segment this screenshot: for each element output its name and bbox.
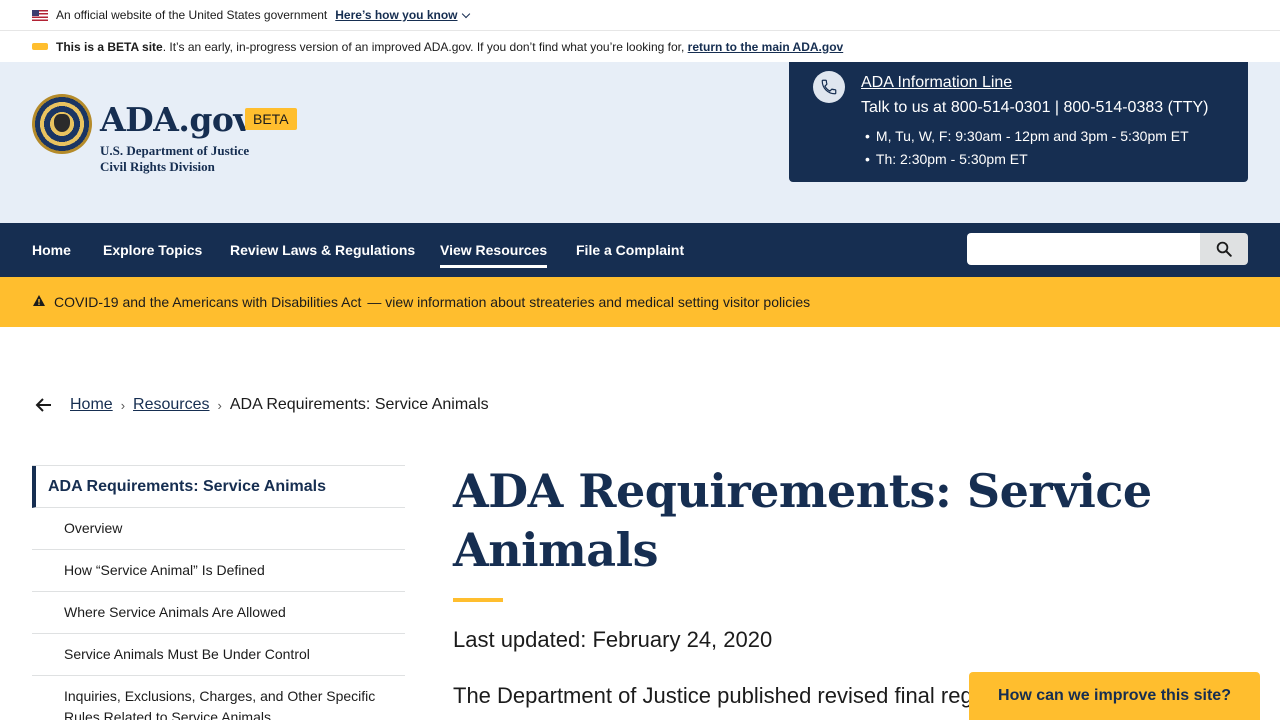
return-to-main-link[interactable]: return to the main ADA.gov bbox=[688, 40, 844, 54]
covid-alert-link[interactable]: COVID-19 and the Americans with Disabili… bbox=[54, 294, 361, 310]
beta-indicator-icon bbox=[32, 43, 48, 50]
info-line-box: ADA Information Line Talk to us at 800-5… bbox=[789, 62, 1248, 182]
sidenav-item-defined[interactable]: How “Service Animal” Is Defined bbox=[32, 550, 405, 592]
beta-banner-text: . It’s an early, in-progress version of … bbox=[162, 39, 685, 54]
page-title: ADA Requirements: Service Animals bbox=[453, 464, 1152, 577]
last-updated: Last updated: February 24, 2020 bbox=[453, 627, 773, 652]
nav-label: Review Laws & Regulations bbox=[230, 242, 416, 258]
breadcrumb-home[interactable]: Home bbox=[70, 396, 113, 414]
back-arrow-icon[interactable] bbox=[32, 393, 56, 417]
nav-label: File a Complaint bbox=[576, 242, 685, 258]
heres-how-you-know-button[interactable]: Here’s how you know bbox=[335, 8, 470, 22]
covid-alert: COVID-19 and the Americans with Disabili… bbox=[0, 277, 1280, 327]
beta-banner-bold: This is a BETA site bbox=[56, 39, 163, 54]
heres-how-you-know-label: Here’s how you know bbox=[335, 8, 458, 22]
sidenav-item-inquiries[interactable]: Inquiries, Exclusions, Charges, and Othe… bbox=[32, 676, 405, 720]
title-divider bbox=[453, 598, 503, 602]
chevron-right-icon: › bbox=[217, 397, 222, 413]
main-nav: Home Explore Topics Review Laws & Regula… bbox=[0, 223, 1280, 277]
nav-item-explore-topics[interactable]: Explore Topics bbox=[103, 223, 202, 277]
chevron-right-icon: › bbox=[120, 397, 126, 413]
hours-item: M, Tu, W, F: 9:30am - 12pm and 3pm - 5:3… bbox=[865, 125, 1189, 148]
feedback-button[interactable]: How can we improve this site? bbox=[969, 672, 1260, 720]
site-header: ADA.gov BETA U.S. Department of Justice … bbox=[0, 62, 1280, 223]
doj-seal-logo[interactable] bbox=[32, 94, 92, 154]
sidenav-item-current[interactable]: ADA Requirements: Service Animals bbox=[32, 466, 405, 508]
department-name: U.S. Department of Justice Civil Rights … bbox=[100, 143, 249, 175]
search-icon bbox=[1216, 241, 1232, 257]
beta-banner: This is a BETA site . It’s an early, in-… bbox=[0, 31, 1280, 62]
search-input[interactable] bbox=[967, 233, 1201, 265]
search-button[interactable] bbox=[1200, 233, 1248, 265]
beta-badge: BETA bbox=[245, 108, 297, 130]
warning-icon bbox=[33, 294, 45, 306]
department-line-1: U.S. Department of Justice bbox=[100, 143, 250, 158]
department-line-2: Civil Rights Division bbox=[100, 159, 215, 174]
info-line-phone: Talk to us at 800-514-0301 | 800-514-038… bbox=[861, 99, 1209, 116]
sidenav-item-control[interactable]: Service Animals Must Be Under Control bbox=[32, 634, 405, 676]
nav-item-view-resources[interactable]: View Resources bbox=[440, 223, 548, 277]
info-line-link[interactable]: ADA Information Line bbox=[861, 74, 1012, 92]
breadcrumb-current: ADA Requirements: Service Animals bbox=[229, 396, 489, 413]
nav-label: Explore Topics bbox=[103, 242, 203, 258]
nav-label: Home bbox=[32, 242, 71, 258]
gov-banner-text: An official website of the United States… bbox=[56, 8, 328, 22]
phone-icon bbox=[813, 71, 845, 103]
gov-banner: An official website of the United States… bbox=[0, 0, 1280, 31]
sidenav-item-overview[interactable]: Overview bbox=[32, 508, 405, 550]
hours-item: Th: 2:30pm - 5:30pm ET bbox=[865, 148, 1189, 171]
nav-item-file-complaint[interactable]: File a Complaint bbox=[576, 223, 684, 277]
breadcrumb-resources[interactable]: Resources bbox=[133, 396, 209, 414]
side-nav: ADA Requirements: Service Animals Overvi… bbox=[32, 465, 405, 720]
breadcrumb: Home › Resources › ADA Requirements: Ser… bbox=[32, 393, 489, 417]
chevron-down-icon bbox=[461, 9, 470, 18]
covid-alert-policies-link[interactable]: — view information about streateries and… bbox=[367, 294, 810, 310]
nav-item-review-laws[interactable]: Review Laws & Regulations bbox=[230, 223, 415, 277]
nav-label: View Resources bbox=[440, 242, 548, 268]
site-logo-title[interactable]: ADA.gov bbox=[100, 100, 253, 139]
info-line-hours: M, Tu, W, F: 9:30am - 12pm and 3pm - 5:3… bbox=[865, 125, 1189, 171]
us-flag-icon bbox=[32, 9, 48, 21]
nav-item-home[interactable]: Home bbox=[32, 223, 71, 277]
sidenav-item-allowed[interactable]: Where Service Animals Are Allowed bbox=[32, 592, 405, 634]
